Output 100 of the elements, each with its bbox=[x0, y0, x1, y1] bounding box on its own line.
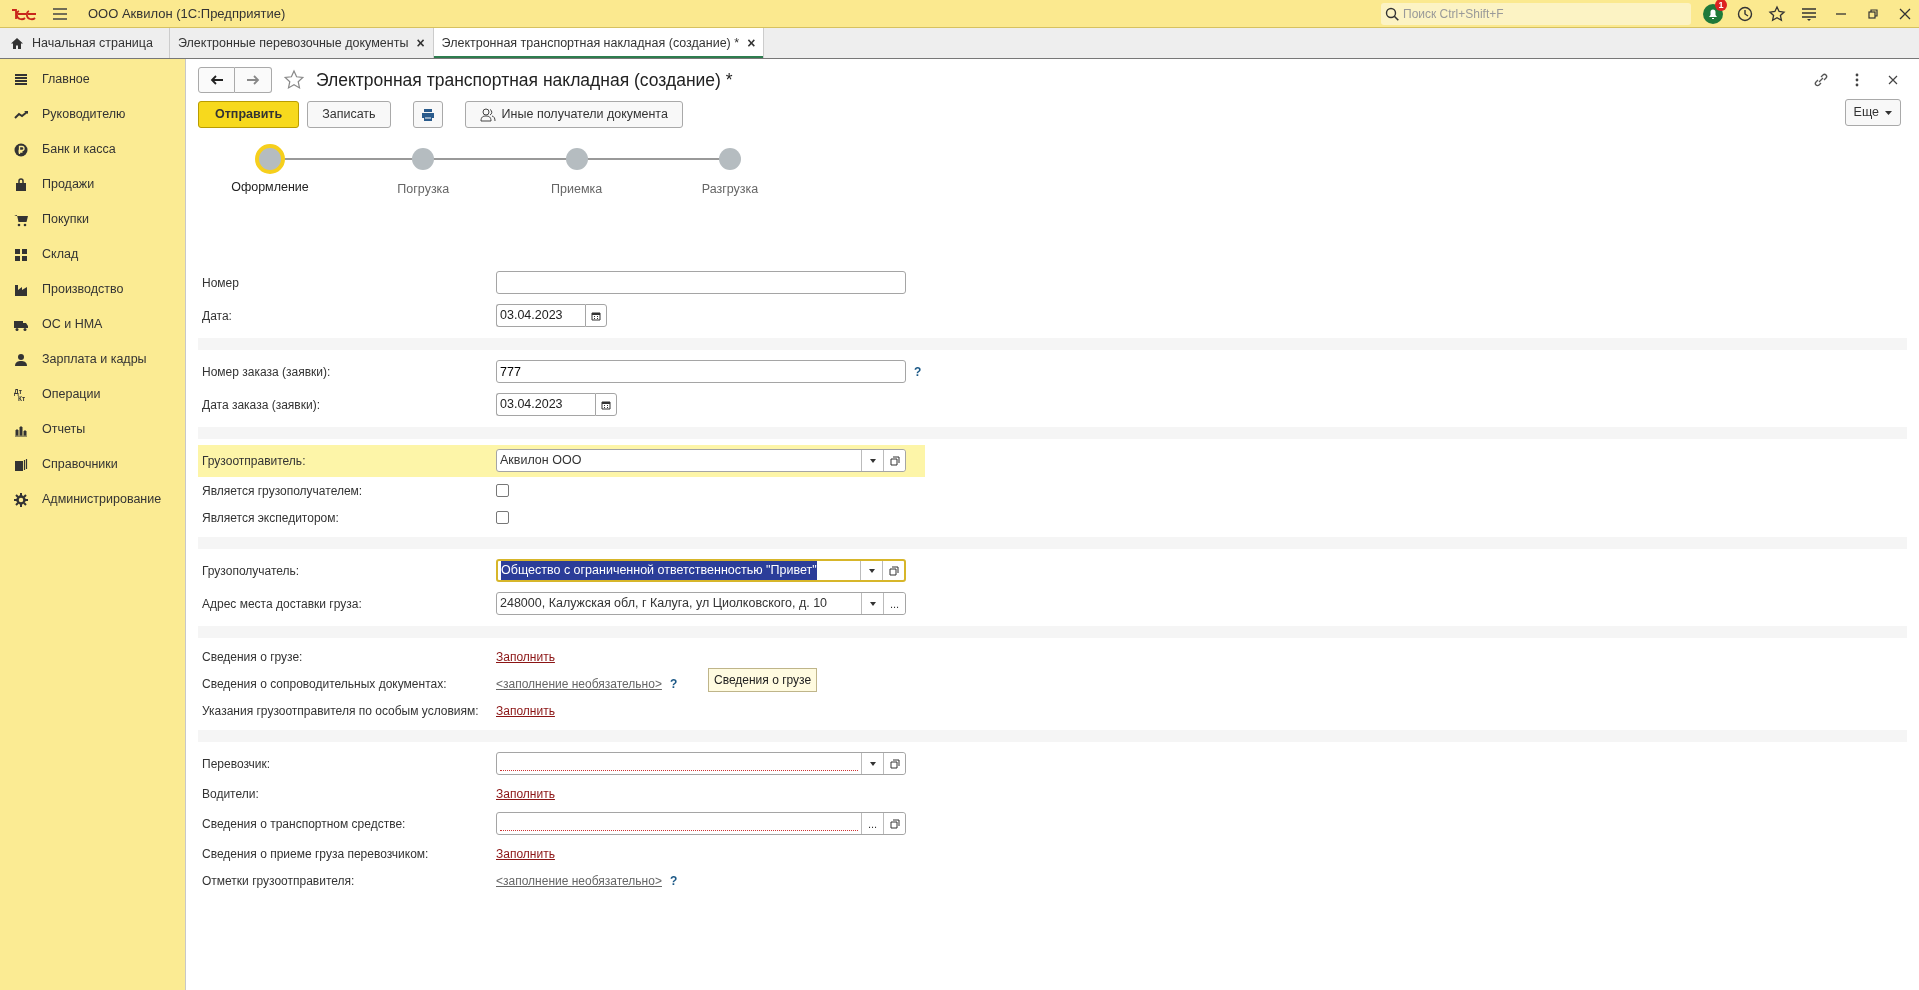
open-button[interactable] bbox=[883, 753, 905, 775]
sidebar-item[interactable]: Покупки bbox=[42, 210, 89, 229]
printer-icon bbox=[420, 108, 435, 121]
field-label: Указания грузоотправителя по особым условиям: bbox=[202, 702, 480, 720]
select-field[interactable]: ... bbox=[496, 812, 906, 836]
calendar-icon bbox=[591, 310, 601, 321]
windows-icon bbox=[888, 565, 899, 576]
people-icon bbox=[479, 107, 496, 122]
arrow-left-icon bbox=[209, 75, 224, 85]
sidebar-item[interactable]: ОС и НМА bbox=[42, 315, 103, 334]
factory-icon bbox=[14, 282, 28, 297]
optional-link[interactable]: <заполнение необязательно> bbox=[496, 871, 662, 890]
save-button[interactable]: Записать bbox=[307, 101, 391, 128]
text-field[interactable] bbox=[496, 271, 906, 295]
date-field[interactable]: 03.04.2023 bbox=[496, 304, 585, 328]
tooltip: Сведения о грузе bbox=[708, 667, 818, 692]
send-button[interactable]: Отправить bbox=[198, 101, 300, 128]
optional-link[interactable]: <заполнение необязательно> bbox=[496, 674, 662, 693]
select-field[interactable]: Аквилон ООО bbox=[496, 449, 906, 473]
open-button[interactable] bbox=[883, 813, 905, 835]
field-label: Перевозчик: bbox=[202, 755, 272, 773]
sidebar-item[interactable]: Отчеты bbox=[42, 420, 86, 439]
bag-icon bbox=[14, 177, 28, 192]
books-icon bbox=[14, 457, 28, 472]
choose-button[interactable]: ... bbox=[883, 593, 905, 615]
sidebar-item[interactable]: Руководителю bbox=[42, 105, 126, 124]
recipients-button[interactable]: Иные получатели документа bbox=[464, 101, 683, 128]
fill-link[interactable]: Заполнить bbox=[496, 844, 555, 863]
list-icon bbox=[14, 72, 28, 87]
more-button[interactable]: Еще bbox=[1844, 99, 1901, 126]
fill-link[interactable]: Заполнить bbox=[496, 647, 555, 666]
sidebar-item[interactable]: Справочники bbox=[42, 455, 118, 474]
person-icon bbox=[14, 352, 28, 367]
notification-count: 1 bbox=[1715, 0, 1727, 11]
sidebar-item[interactable]: Администрирование bbox=[42, 490, 162, 509]
back-button[interactable] bbox=[198, 67, 235, 93]
calendar-button[interactable] bbox=[595, 393, 617, 417]
caret-icon bbox=[1885, 110, 1892, 115]
checkbox[interactable] bbox=[496, 511, 509, 525]
field-label: Сведения о сопроводительных документах: bbox=[202, 675, 448, 693]
field-label: Водители: bbox=[202, 785, 260, 803]
sidebar-item[interactable]: Склад bbox=[42, 245, 79, 264]
wizard-step[interactable]: Оформление bbox=[230, 146, 310, 199]
sidebar-item[interactable]: Главное bbox=[42, 70, 90, 89]
field-label: Сведения о приеме груза перевозчиком: bbox=[202, 845, 430, 863]
calendar-button[interactable] bbox=[585, 304, 607, 328]
sidebar-item[interactable]: Операции bbox=[42, 385, 101, 404]
field-label: Грузоотправитель: bbox=[202, 452, 307, 470]
star-icon bbox=[283, 69, 305, 91]
open-button[interactable] bbox=[883, 450, 905, 472]
close-tab-button[interactable]: × bbox=[416, 36, 425, 50]
print-button[interactable] bbox=[412, 101, 443, 128]
menu-icon bbox=[52, 7, 68, 20]
select-field[interactable]: Общество с ограниченной ответственностью "Привет" bbox=[496, 559, 906, 583]
caret-icon bbox=[869, 601, 876, 606]
fill-link[interactable]: Заполнить bbox=[496, 784, 555, 803]
app-title: ООО Аквилон (1С:Предприятие) bbox=[88, 4, 286, 23]
notifications-button[interactable]: 1 bbox=[1699, 1, 1727, 26]
document-tab[interactable]: Электронные перевозочные документы bbox=[177, 33, 409, 53]
windows-icon bbox=[889, 455, 900, 466]
field-label: Адрес места доставки груза: bbox=[202, 595, 363, 613]
field-label: Является экспедитором: bbox=[202, 509, 340, 527]
home-icon bbox=[10, 36, 24, 50]
windows-icon bbox=[889, 758, 900, 769]
field-label: Отметки грузоотправителя: bbox=[202, 872, 356, 890]
document-title: Электронная транспортная накладная (создание) * bbox=[316, 69, 733, 91]
select-field[interactable]: 248000, Калужская обл, г Калуга, ул Циолковского, д. 10 ... bbox=[496, 592, 906, 616]
checkbox[interactable] bbox=[496, 484, 509, 498]
ruble-icon bbox=[14, 142, 28, 157]
field-label: Дата: bbox=[202, 307, 233, 325]
wizard-step[interactable]: Приемка bbox=[536, 146, 617, 199]
sidebar-item[interactable]: Зарплата и кадры bbox=[42, 350, 147, 369]
text-field[interactable]: 777 bbox=[496, 360, 906, 384]
field-label: Является грузополучателем: bbox=[202, 482, 364, 500]
gear-icon bbox=[14, 492, 28, 507]
select-field[interactable] bbox=[496, 752, 906, 776]
wizard-step[interactable]: Разгрузка bbox=[690, 146, 770, 199]
sidebar-item[interactable]: Продажи bbox=[42, 175, 95, 194]
history-icon bbox=[1736, 4, 1754, 23]
sidebar-item[interactable]: Производство bbox=[42, 280, 124, 299]
help-link[interactable]: ? bbox=[914, 362, 922, 381]
field-label: Сведения о грузе: bbox=[202, 648, 304, 666]
search-field[interactable]: Поиск Ctrl+Shift+F bbox=[1381, 2, 1691, 25]
calendar-icon bbox=[601, 399, 611, 410]
home-tab[interactable]: Начальная страница bbox=[32, 33, 153, 53]
wizard-step[interactable]: Погрузка bbox=[383, 146, 464, 199]
link-icon bbox=[1813, 72, 1829, 88]
field-label: Дата заказа (заявки): bbox=[202, 396, 321, 414]
close-tab-button[interactable]: × bbox=[747, 36, 756, 50]
sidebar-item[interactable]: Банк и касса bbox=[42, 140, 116, 159]
document-tab[interactable]: Электронная транспортная накладная (создание) * bbox=[441, 33, 740, 53]
help-link[interactable]: ? bbox=[669, 674, 678, 693]
windows-icon bbox=[889, 818, 900, 829]
arrow-right-icon bbox=[246, 75, 260, 85]
caret-icon bbox=[868, 568, 875, 573]
help-link[interactable]: ? bbox=[669, 871, 678, 890]
date-field[interactable]: 03.04.2023 bbox=[496, 393, 595, 417]
field-label: Грузополучатель: bbox=[202, 562, 301, 580]
caret-icon bbox=[869, 761, 876, 766]
fill-link[interactable]: Заполнить bbox=[496, 701, 555, 720]
